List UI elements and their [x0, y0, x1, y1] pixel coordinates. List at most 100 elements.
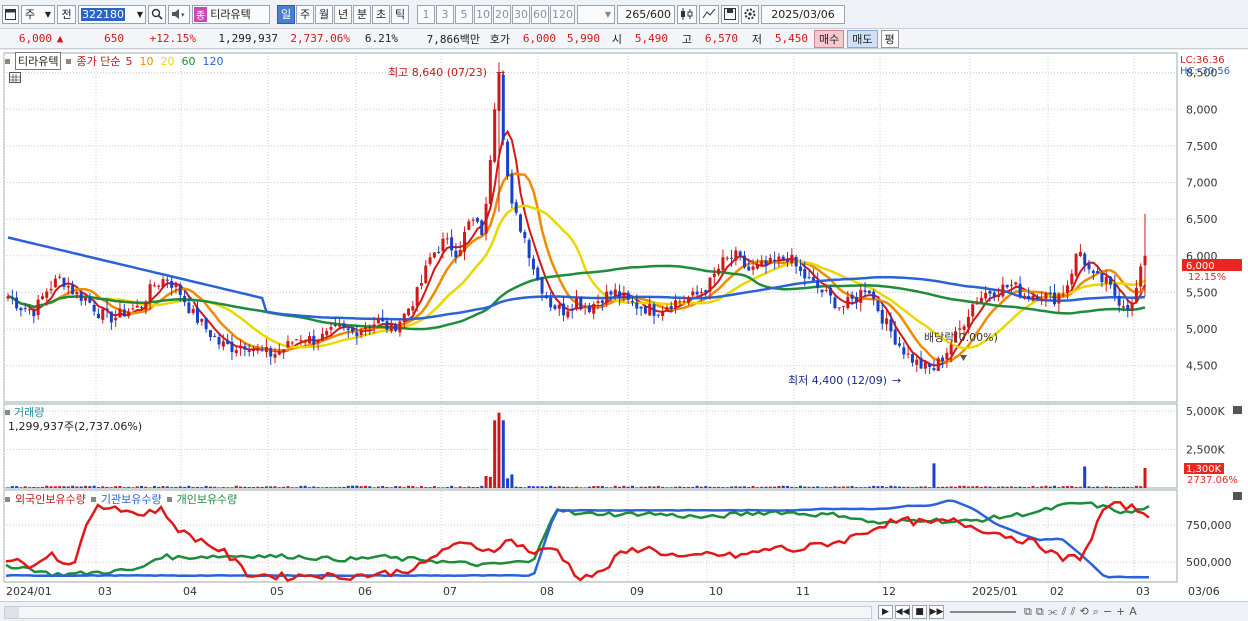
eval-button[interactable]: 평 [880, 29, 899, 48]
save-icon[interactable] [721, 4, 739, 24]
legend-ma-item[interactable]: 10 [139, 55, 153, 68]
interval-button[interactable]: 5 [455, 4, 473, 24]
candle-body [777, 256, 781, 260]
candle-body [282, 349, 286, 353]
stop-icon[interactable]: ■ [912, 605, 927, 619]
holdings-panel-close-icon[interactable] [1233, 492, 1242, 500]
volume-bar [648, 486, 652, 488]
period-tab[interactable]: 일 [277, 4, 295, 24]
legend-ma-title[interactable]: 종가 단순 [76, 53, 120, 69]
period-tab[interactable]: 초 [372, 4, 390, 24]
zoom-in-icon[interactable]: + [1116, 605, 1125, 619]
sell-button[interactable]: 매도 [847, 29, 878, 48]
candle-body [191, 308, 195, 313]
volume-bar [510, 474, 514, 488]
zoom-slider[interactable] [950, 611, 1016, 613]
candle-body [919, 357, 923, 369]
candle-body [910, 354, 914, 363]
window-icon[interactable] [2, 4, 19, 24]
legend-ma-item[interactable]: 60 [181, 55, 195, 68]
legend-ma-item[interactable]: 5 [125, 55, 132, 68]
volume-bar [58, 486, 62, 488]
chart-area[interactable]: 8,500 8,000 7,500 7,000 6,500 6,000 5,500 5,000… [0, 50, 1248, 601]
candle-body [458, 249, 462, 257]
bottom-scroll-bar: ▶ ◀◀ ■ ▶▶ ⧉ ⧉ ⫘ ⫽ ⫽ ⟲ ⌕ − + A [0, 601, 1248, 621]
date-field[interactable]: 2025/03/06 [761, 4, 845, 24]
interval-button[interactable]: 60 [531, 4, 549, 24]
volume-bar [742, 486, 746, 488]
horizontal-scrollbar[interactable] [4, 606, 872, 619]
play-forward-icon[interactable]: ▶ [878, 605, 893, 619]
candle-body [1113, 283, 1117, 296]
zoom-out-icon[interactable]: − [1103, 605, 1112, 619]
fast-forward-icon[interactable]: ▶▶ [929, 605, 944, 619]
window-shape [5, 8, 16, 20]
volume-bar [1096, 486, 1100, 488]
zoom-search-icon[interactable]: ⌕ [1093, 605, 1099, 619]
stock-name-field[interactable]: 종 티라유텍 [192, 4, 270, 24]
volume-bar [221, 487, 225, 488]
low-annotation: 최저 4,400 (12/09) [788, 374, 887, 387]
rewind-icon[interactable]: ◀◀ [895, 605, 910, 619]
candle-body [178, 284, 182, 296]
date-tick-label: 03 [98, 585, 112, 598]
scroll-left-icon[interactable] [5, 607, 19, 618]
interval-button[interactable]: 1 [417, 4, 435, 24]
buy-button[interactable]: 매수 [814, 29, 845, 48]
period-tab[interactable]: 월 [315, 4, 333, 24]
settings-gear-icon[interactable] [741, 4, 759, 24]
candle-body [36, 299, 40, 316]
volume-bar [1091, 487, 1095, 488]
interval-button[interactable]: 30 [512, 4, 530, 24]
volume-panel-close-icon[interactable] [1233, 406, 1242, 414]
compare-icon[interactable]: ⫘ [1048, 605, 1058, 619]
prev-button[interactable]: 전 [57, 4, 76, 24]
high-arrow-icon: → [496, 66, 505, 79]
candle-body [747, 266, 751, 271]
period-tab[interactable]: 주 [296, 4, 314, 24]
holdings-series-label[interactable]: 외국인보유수량 [15, 491, 86, 507]
legend-stock-name[interactable]: 티라유텍 [15, 52, 62, 70]
fibonacci-icon[interactable]: ⫽ [1062, 605, 1067, 619]
font-size-icon[interactable]: A [1129, 605, 1137, 619]
copy-view-icon[interactable]: ⧉ [1036, 605, 1044, 619]
volume-bar [92, 485, 96, 488]
interval-button[interactable]: 20 [493, 4, 511, 24]
legend-ma-item[interactable]: 20 [160, 55, 174, 68]
draw-tool-icon[interactable] [699, 4, 719, 24]
search-icon[interactable] [148, 4, 166, 24]
volume-bar [811, 486, 815, 488]
volume-bar [639, 486, 643, 488]
volume-bar [114, 486, 118, 488]
volume-bar [1044, 485, 1048, 488]
period-tab[interactable]: 년 [334, 4, 352, 24]
candle-body [648, 304, 652, 316]
interval-button[interactable]: 10 [474, 4, 492, 24]
volume-bar [277, 487, 281, 488]
period-type-select[interactable]: 주 ▼ [21, 4, 55, 24]
holdings-series-label[interactable]: 개인보유수량 [177, 491, 238, 507]
split-view-icon[interactable]: ⧉ [1024, 605, 1032, 619]
chart-canvas[interactable]: 8,5008,0007,5007,0006,5006,0005,5005,000… [0, 50, 1248, 601]
volume-bar [273, 486, 277, 488]
period-tab[interactable]: 분 [353, 4, 371, 24]
code-input[interactable]: 322180 ▼ [78, 4, 146, 24]
speaker-icon[interactable]: ▾ [168, 4, 190, 24]
legend-ma-item[interactable]: 120 [202, 55, 223, 68]
interval-select[interactable]: ▼ [577, 4, 615, 24]
table-view-icon[interactable] [9, 72, 21, 83]
holdings-series-label[interactable]: 기관보유수량 [101, 491, 162, 507]
interval-button[interactable]: 3 [436, 4, 454, 24]
volume-bar [260, 486, 264, 488]
count-field[interactable]: 265/600 [617, 4, 675, 24]
candle-type-icon[interactable] [677, 4, 697, 24]
volume-bar [501, 420, 505, 488]
volume-bar [781, 485, 785, 488]
period-icon[interactable]: ⫽ [1071, 605, 1076, 619]
period-tab[interactable]: 틱 [391, 4, 409, 24]
candle-body [471, 219, 475, 221]
reset-icon[interactable]: ⟲ [1079, 605, 1088, 619]
interval-button[interactable]: 120 [550, 4, 575, 24]
volume-bar [863, 487, 867, 488]
candle-body [1143, 255, 1147, 266]
